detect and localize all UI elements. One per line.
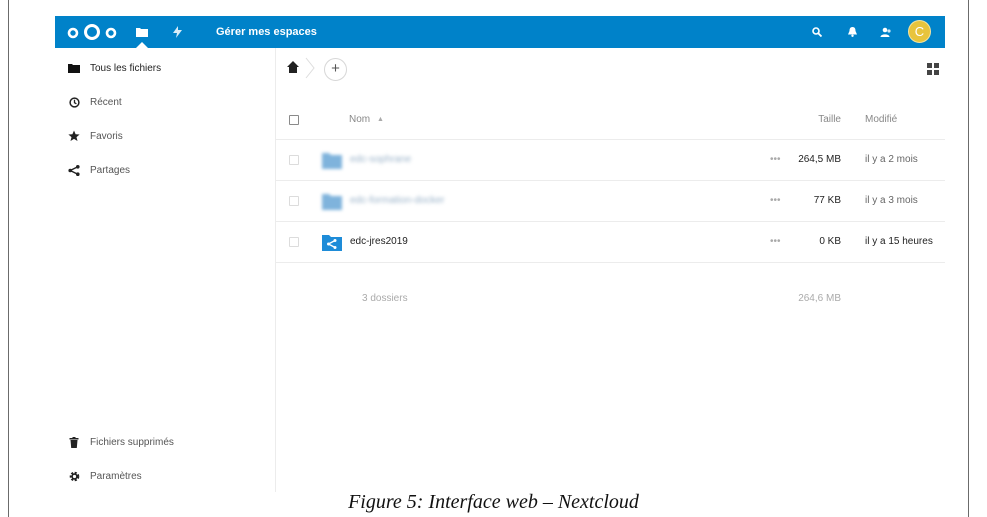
top-header: Gérer mes espaces C bbox=[55, 16, 945, 48]
file-list-header: Nom ▲ Taille Modifié bbox=[276, 100, 945, 140]
app-title[interactable]: Gérer mes espaces bbox=[216, 16, 317, 48]
figure-caption: Figure 5: Interface web – Nextcloud bbox=[348, 491, 639, 513]
nextcloud-window: Gérer mes espaces C Tous les fichiers Ré… bbox=[55, 16, 945, 492]
row-checkbox[interactable] bbox=[289, 155, 299, 165]
folder-icon bbox=[322, 153, 342, 169]
total-size-summary: 264,6 MB bbox=[798, 293, 841, 304]
sidebar-item-deleted-files[interactable]: Fichiers supprimés bbox=[55, 430, 276, 454]
nextcloud-logo-icon[interactable] bbox=[67, 24, 117, 40]
file-row[interactable]: edc-formation-docker ••• 77 KB il y a 3 … bbox=[276, 181, 945, 222]
file-row[interactable]: edc-jres2019 ••• 0 KB il y a 15 heures bbox=[276, 222, 945, 263]
row-checkbox[interactable] bbox=[289, 196, 299, 206]
sidebar-item-label: Favoris bbox=[90, 130, 123, 142]
share-icon bbox=[67, 163, 81, 177]
folder-count-summary: 3 dossiers bbox=[362, 293, 408, 304]
star-icon bbox=[67, 129, 81, 143]
file-actions-menu[interactable]: ••• bbox=[770, 181, 781, 221]
search-icon[interactable] bbox=[806, 16, 828, 48]
file-name[interactable]: edc-jres2019 bbox=[350, 222, 408, 262]
file-modified: il y a 2 mois bbox=[865, 154, 918, 165]
file-modified: il y a 3 mois bbox=[865, 195, 918, 206]
add-new-button[interactable]: + bbox=[324, 58, 347, 81]
file-name[interactable]: edc-formation-docker bbox=[350, 181, 444, 221]
contacts-icon[interactable] bbox=[875, 16, 897, 48]
sidebar-item-label: Fichiers supprimés bbox=[90, 436, 174, 448]
file-size: 264,5 MB bbox=[798, 154, 841, 165]
breadcrumb-separator-icon bbox=[305, 57, 315, 79]
folder-icon bbox=[322, 194, 342, 210]
row-checkbox[interactable] bbox=[289, 237, 299, 247]
file-name[interactable]: edc-sophrane bbox=[350, 140, 411, 180]
file-size: 77 KB bbox=[813, 195, 841, 206]
sidebar-item-favorites[interactable]: Favoris bbox=[55, 124, 276, 148]
sidebar-item-all-files[interactable]: Tous les fichiers bbox=[55, 56, 276, 80]
column-header-size[interactable]: Taille bbox=[818, 100, 841, 140]
user-avatar[interactable]: C bbox=[908, 20, 931, 43]
grid-view-icon[interactable] bbox=[927, 63, 939, 75]
sidebar-item-recent[interactable]: Récent bbox=[55, 90, 276, 114]
file-actions-menu[interactable]: ••• bbox=[770, 222, 781, 262]
sidebar-item-label: Récent bbox=[90, 96, 122, 108]
file-actions-menu[interactable]: ••• bbox=[770, 140, 781, 180]
trash-icon bbox=[67, 435, 81, 449]
sidebar-item-shares[interactable]: Partages bbox=[55, 158, 276, 182]
column-header-modified[interactable]: Modifié bbox=[865, 100, 897, 140]
folder-icon bbox=[67, 61, 81, 75]
file-modified: il y a 15 heures bbox=[865, 236, 933, 247]
file-size: 0 KB bbox=[819, 236, 841, 247]
page-border-right bbox=[968, 0, 969, 517]
home-icon[interactable] bbox=[286, 60, 300, 74]
sort-ascending-icon: ▲ bbox=[377, 116, 384, 123]
file-row[interactable]: edc-sophrane ••• 264,5 MB il y a 2 mois bbox=[276, 140, 945, 181]
page-border-left bbox=[8, 0, 9, 517]
bell-icon[interactable] bbox=[842, 16, 862, 48]
column-header-name[interactable]: Nom bbox=[349, 100, 370, 140]
gear-icon bbox=[67, 469, 81, 483]
shared-folder-icon bbox=[322, 235, 342, 251]
clock-icon bbox=[67, 95, 81, 109]
app-navigation: Tous les fichiers Récent Favoris Partage… bbox=[55, 48, 276, 492]
files-content: + Nom ▲ Taille Modifié edc-sophrane ••• … bbox=[276, 48, 945, 492]
sidebar-item-settings[interactable]: Paramètres bbox=[55, 464, 276, 488]
sidebar-item-label: Tous les fichiers bbox=[90, 62, 162, 74]
sidebar-item-label: Paramètres bbox=[90, 470, 142, 482]
activity-icon[interactable] bbox=[167, 16, 187, 48]
select-all-checkbox[interactable] bbox=[289, 115, 299, 125]
sidebar-item-label: Partages bbox=[90, 164, 131, 176]
